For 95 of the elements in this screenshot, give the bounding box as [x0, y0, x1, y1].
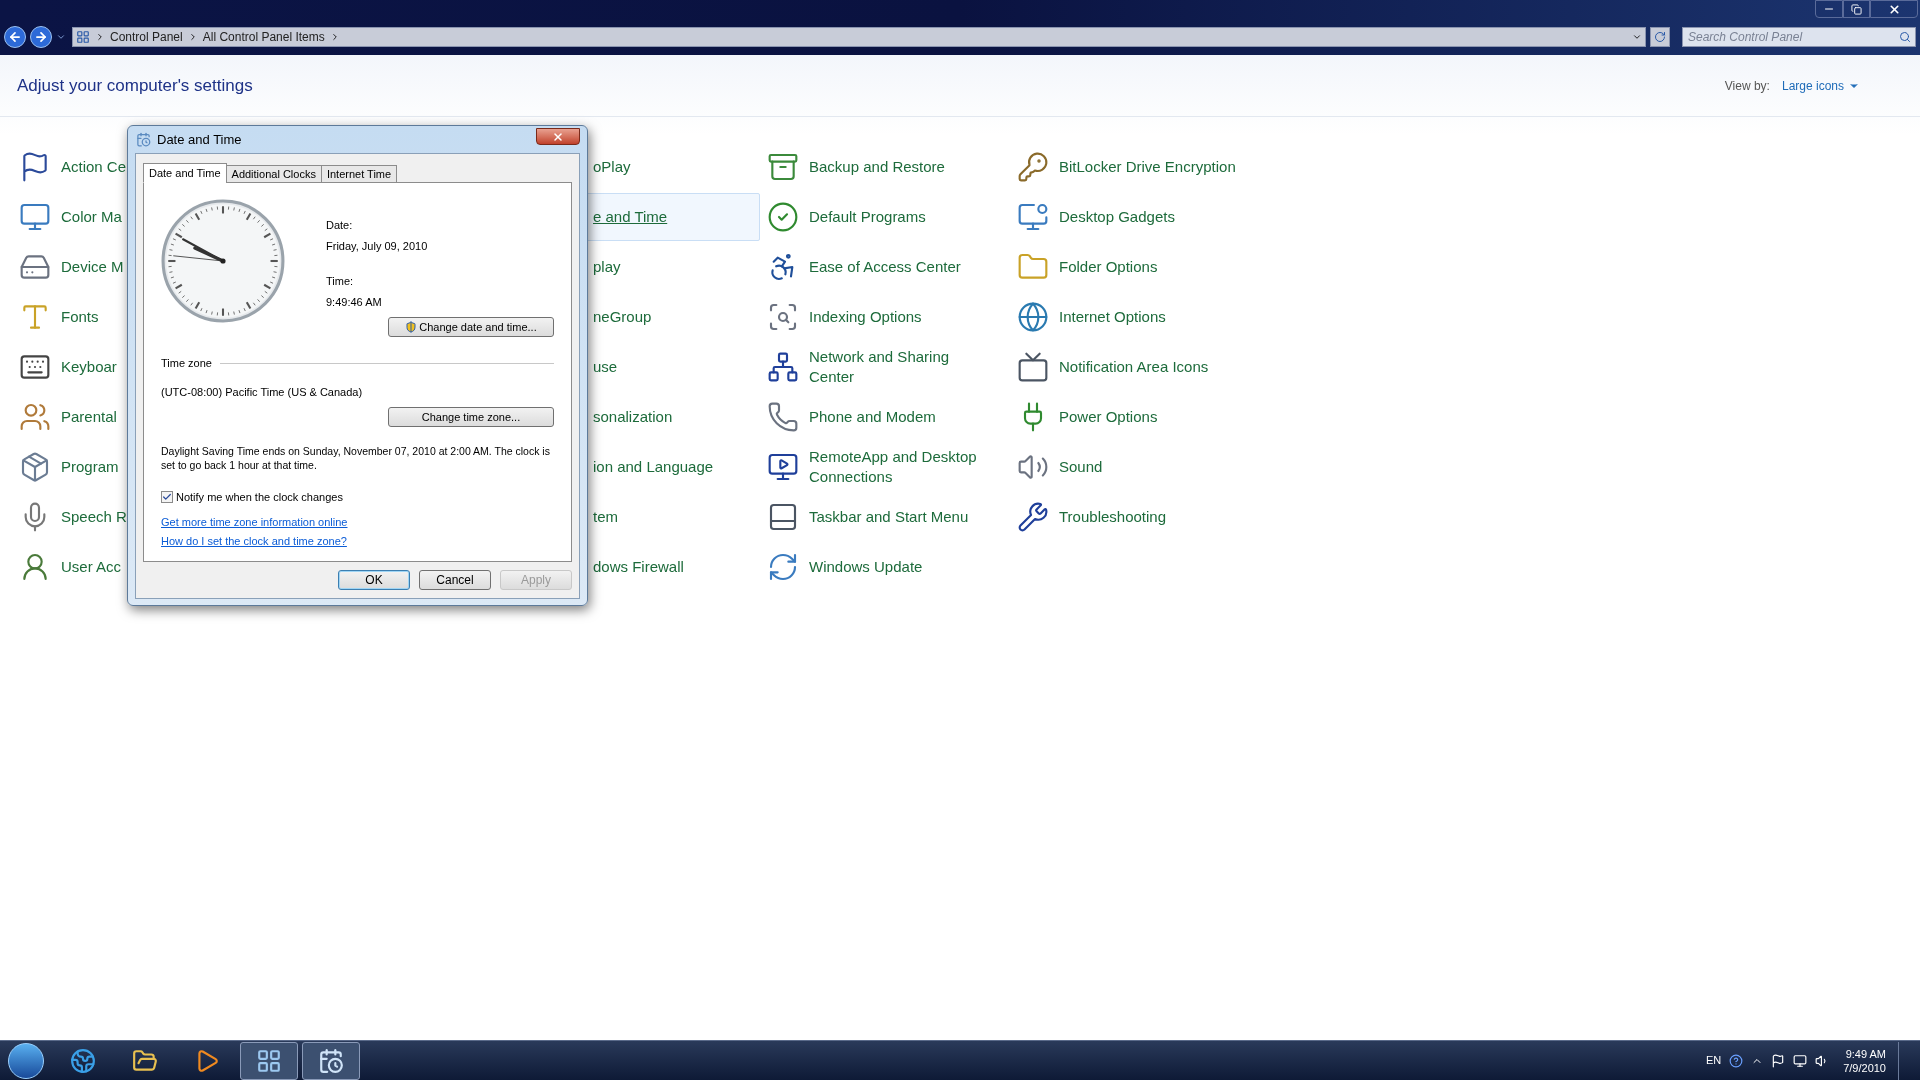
time-zone-value: (UTC-08:00) Pacific Time (US & Canada) [161, 384, 364, 400]
monitor-icon [1017, 201, 1049, 233]
settings-item-link[interactable]: Windows Update [766, 543, 990, 591]
restore-button[interactable] [1843, 0, 1870, 18]
group-label: Time zone [161, 356, 212, 371]
settings-item-link[interactable]: RemoteApp and Desktop Connections [766, 443, 990, 491]
check-icon [162, 492, 172, 503]
phone-icon [767, 401, 799, 433]
back-button[interactable] [4, 26, 26, 48]
back-arrow-icon [8, 30, 22, 44]
tab[interactable]: Additional Clocks [225, 165, 322, 183]
taskbar-button[interactable] [240, 1041, 298, 1080]
ok-button[interactable]: OK [338, 570, 410, 590]
settings-item-link[interactable]: Speech R [18, 493, 128, 541]
screen-icon [1017, 351, 1049, 383]
restore-icon [1851, 3, 1862, 15]
monitor-icon [767, 451, 799, 483]
settings-item-link[interactable]: User Acc [18, 543, 122, 591]
shield-icon [405, 321, 418, 333]
settings-item-link[interactable]: Folder Options [1016, 243, 1240, 291]
checkbox-label[interactable]: Notify me when the clock changes [176, 489, 343, 506]
search-field[interactable]: Search Control Panel [1682, 27, 1916, 47]
browser-icon [70, 1047, 96, 1074]
dst-note: Daylight Saving Time ends on Sunday, November 07, 2010 at 2:00 AM. The clock is set to go back 1 hour at that time. [161, 444, 551, 472]
help-link[interactable]: Get more time zone information online [161, 513, 348, 530]
dialog-title: Date and Time [157, 130, 243, 149]
check-circle-icon [767, 201, 799, 233]
settings-item-link[interactable]: Color Ma [18, 193, 123, 241]
view-by-label: View by: [1724, 77, 1770, 95]
change-time-zone-button[interactable]: Change time zone... [388, 407, 554, 427]
taskbar-button[interactable] [302, 1041, 360, 1080]
date-value: Friday, July 09, 2010 [326, 238, 429, 254]
settings-item-link[interactable]: Phone and Modem [766, 393, 990, 441]
close-icon [552, 130, 564, 143]
folder-icon [132, 1047, 158, 1074]
settings-item-link[interactable]: Parental [18, 393, 118, 441]
settings-item-link[interactable]: Fonts [18, 293, 100, 341]
page-title: Adjust your computer's settings [17, 74, 253, 97]
time-label: Time: [326, 274, 355, 289]
refresh-icon [1654, 31, 1666, 43]
minimize-button[interactable] [1815, 0, 1843, 18]
dropdown-icon[interactable] [1632, 32, 1642, 42]
monitor-icon [19, 201, 51, 233]
breadcrumb-link[interactable]: All Control Panel Items [202, 28, 325, 46]
cancel-button[interactable]: Cancel [419, 570, 491, 590]
clock[interactable]: 9:49 AM 7/9/2010 [1843, 1046, 1886, 1075]
breadcrumb-link[interactable]: Control Panel [110, 28, 183, 46]
refresh-icon [767, 551, 799, 583]
date-label: Date: [326, 218, 354, 233]
calendar-clock-icon [318, 1047, 344, 1074]
flag-icon[interactable] [1771, 1053, 1786, 1068]
checkbox[interactable] [161, 491, 173, 504]
settings-item-link[interactable]: Power Options [1016, 393, 1240, 441]
settings-item-link[interactable]: Internet Options [1016, 293, 1240, 341]
close-button[interactable] [1870, 0, 1918, 18]
settings-item-link[interactable]: Network and Sharing Center [766, 343, 990, 391]
chevron-icon [95, 32, 105, 42]
settings-item-link[interactable]: Action Ce [18, 143, 128, 191]
settings-item-link[interactable]: Taskbar and Start Menu [766, 493, 990, 541]
refresh-button[interactable] [1650, 27, 1670, 47]
history-dropdown-icon[interactable] [56, 32, 66, 42]
taskbar-icon [767, 501, 799, 533]
settings-item-link[interactable]: Keyboar [18, 343, 118, 391]
view-by-dropdown[interactable]: Large icons [1781, 76, 1860, 95]
package-icon [19, 451, 51, 483]
address-bar[interactable]: Control Panel All Control Panel Items [72, 27, 1646, 47]
time-value: 9:49:46 AM [326, 294, 383, 310]
tab[interactable]: Internet Time [320, 165, 398, 183]
settings-item-link[interactable]: Device M [18, 243, 125, 291]
settings-item-link[interactable]: BitLocker Drive Encryption [1016, 143, 1240, 191]
settings-item-link[interactable]: Desktop Gadgets [1016, 193, 1240, 241]
magnifier-icon [767, 301, 799, 333]
start-button[interactable] [8, 1042, 44, 1079]
tab[interactable]: Date and Time [143, 163, 227, 183]
forward-button[interactable] [30, 26, 52, 48]
help-icon[interactable] [1729, 1053, 1744, 1068]
change-date-time-button[interactable]: Change date and time... [388, 317, 554, 337]
settings-item-link[interactable]: Indexing Options [766, 293, 990, 341]
settings-item-link[interactable]: Backup and Restore [766, 143, 990, 191]
settings-item-link[interactable]: Ease of Access Center [766, 243, 990, 291]
settings-item-link[interactable]: Troubleshooting [1016, 493, 1240, 541]
search-icon[interactable] [1899, 31, 1911, 43]
language-indicator: EN [1705, 1053, 1722, 1069]
help-link[interactable]: How do I set the clock and time zone? [161, 533, 347, 550]
close-button[interactable] [536, 128, 580, 145]
settings-item-link[interactable]: Notification Area Icons [1016, 343, 1240, 391]
key-icon [1017, 151, 1049, 183]
wrench-icon [1017, 501, 1049, 533]
settings-item-link[interactable]: Default Programs [766, 193, 990, 241]
globe-icon [1017, 301, 1049, 333]
settings-item-link[interactable]: Program [18, 443, 120, 491]
settings-item-link[interactable]: Sound [1016, 443, 1240, 491]
close-icon [1887, 2, 1901, 16]
forward-arrow-icon [34, 30, 48, 44]
calendar-clock-icon [136, 132, 151, 147]
